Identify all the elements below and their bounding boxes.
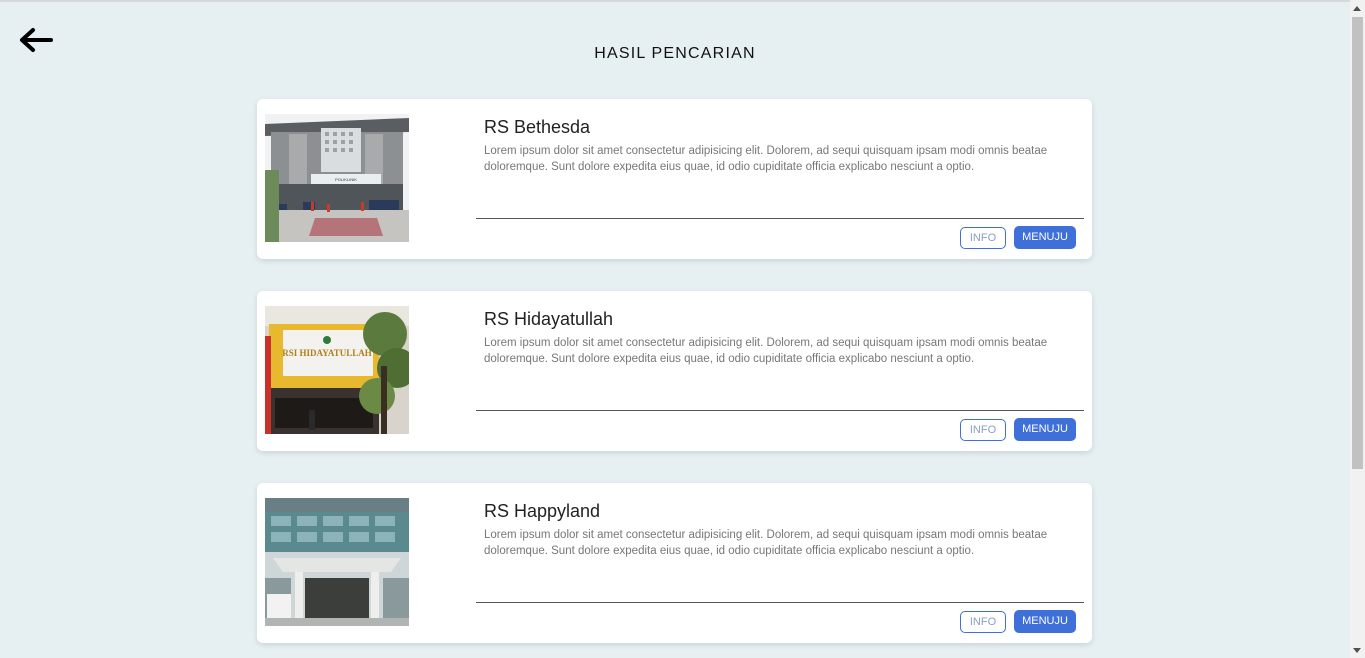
info-button[interactable]: INFO xyxy=(960,611,1006,633)
hospital-photo: RSI HIDAYATULLAH xyxy=(265,306,409,434)
photo-sign-text: POLIKLINIK xyxy=(335,177,357,182)
scrollbar-thumb[interactable] xyxy=(1352,17,1363,469)
menuju-button[interactable]: MENUJU xyxy=(1014,226,1076,249)
hospital-photo: POLIKLINIK xyxy=(265,114,409,242)
search-results-page: HASIL PENCARIAN POLIKLINIK RS Bethesda L… xyxy=(0,2,1350,658)
hospital-name: RS Bethesda xyxy=(484,117,591,137)
info-button[interactable]: INFO xyxy=(960,227,1006,249)
divider xyxy=(476,410,1084,411)
hospital-description: Lorem ipsum dolor sit amet consectetur a… xyxy=(484,145,1048,173)
vertical-scrollbar[interactable] xyxy=(1350,0,1365,658)
menuju-button[interactable]: MENUJU xyxy=(1014,418,1076,441)
divider xyxy=(476,218,1084,219)
result-card: POLIKLINIK RS Bethesda Lorem ipsum dolor… xyxy=(257,99,1092,259)
scroll-up-arrow-icon[interactable] xyxy=(1353,6,1361,11)
result-card: RS Happyland Lorem ipsum dolor sit amet … xyxy=(257,483,1092,643)
hospital-description: Lorem ipsum dolor sit amet consectetur a… xyxy=(484,337,1048,365)
info-button[interactable]: INFO xyxy=(960,419,1006,441)
photo-sign-text: RSI HIDAYATULLAH xyxy=(282,348,371,358)
result-card: RSI HIDAYATULLAH RS Hidayatullah Lorem i… xyxy=(257,291,1092,451)
divider xyxy=(476,602,1084,603)
scroll-down-arrow-icon[interactable] xyxy=(1353,648,1361,653)
page-title: HASIL PENCARIAN xyxy=(594,45,756,62)
hospital-photo xyxy=(265,498,409,626)
hospital-description: Lorem ipsum dolor sit amet consectetur a… xyxy=(484,529,1048,557)
menuju-button[interactable]: MENUJU xyxy=(1014,610,1076,633)
hospital-name: RS Hidayatullah xyxy=(484,309,614,329)
hospital-name: RS Happyland xyxy=(484,501,601,521)
